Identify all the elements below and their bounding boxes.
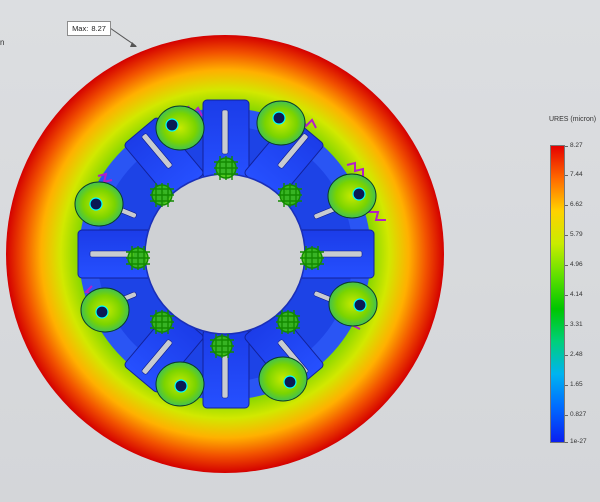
color-scale-bar (550, 145, 565, 443)
legend-title: URES (micron) (549, 116, 597, 123)
max-value-tag[interactable]: Max: 8.27 (67, 21, 111, 36)
legend-tick: 1e-27 (565, 438, 587, 445)
legend-tick: 4.96 (565, 261, 583, 268)
legend-tick: 8.27 (565, 142, 583, 149)
displacement-plot[interactable] (0, 0, 600, 502)
max-label: Max: (72, 24, 89, 33)
edge-label: n (0, 38, 5, 47)
legend-tick: 1.65 (565, 381, 583, 388)
legend-tick: 7.44 (565, 171, 583, 178)
legend-tick: 6.62 (565, 201, 583, 208)
graphics-viewport[interactable]: n Max: 8.27 URES (micron) 8.27 7.44 6.62… (0, 0, 600, 502)
max-value: 8.27 (91, 24, 106, 33)
legend-tick: 2.48 (565, 351, 583, 358)
legend-tick: 3.31 (565, 321, 583, 328)
legend-tick: 0.827 (564, 411, 587, 418)
legend-tick: 5.79 (565, 231, 583, 238)
legend-tick: 4.14 (565, 291, 583, 298)
